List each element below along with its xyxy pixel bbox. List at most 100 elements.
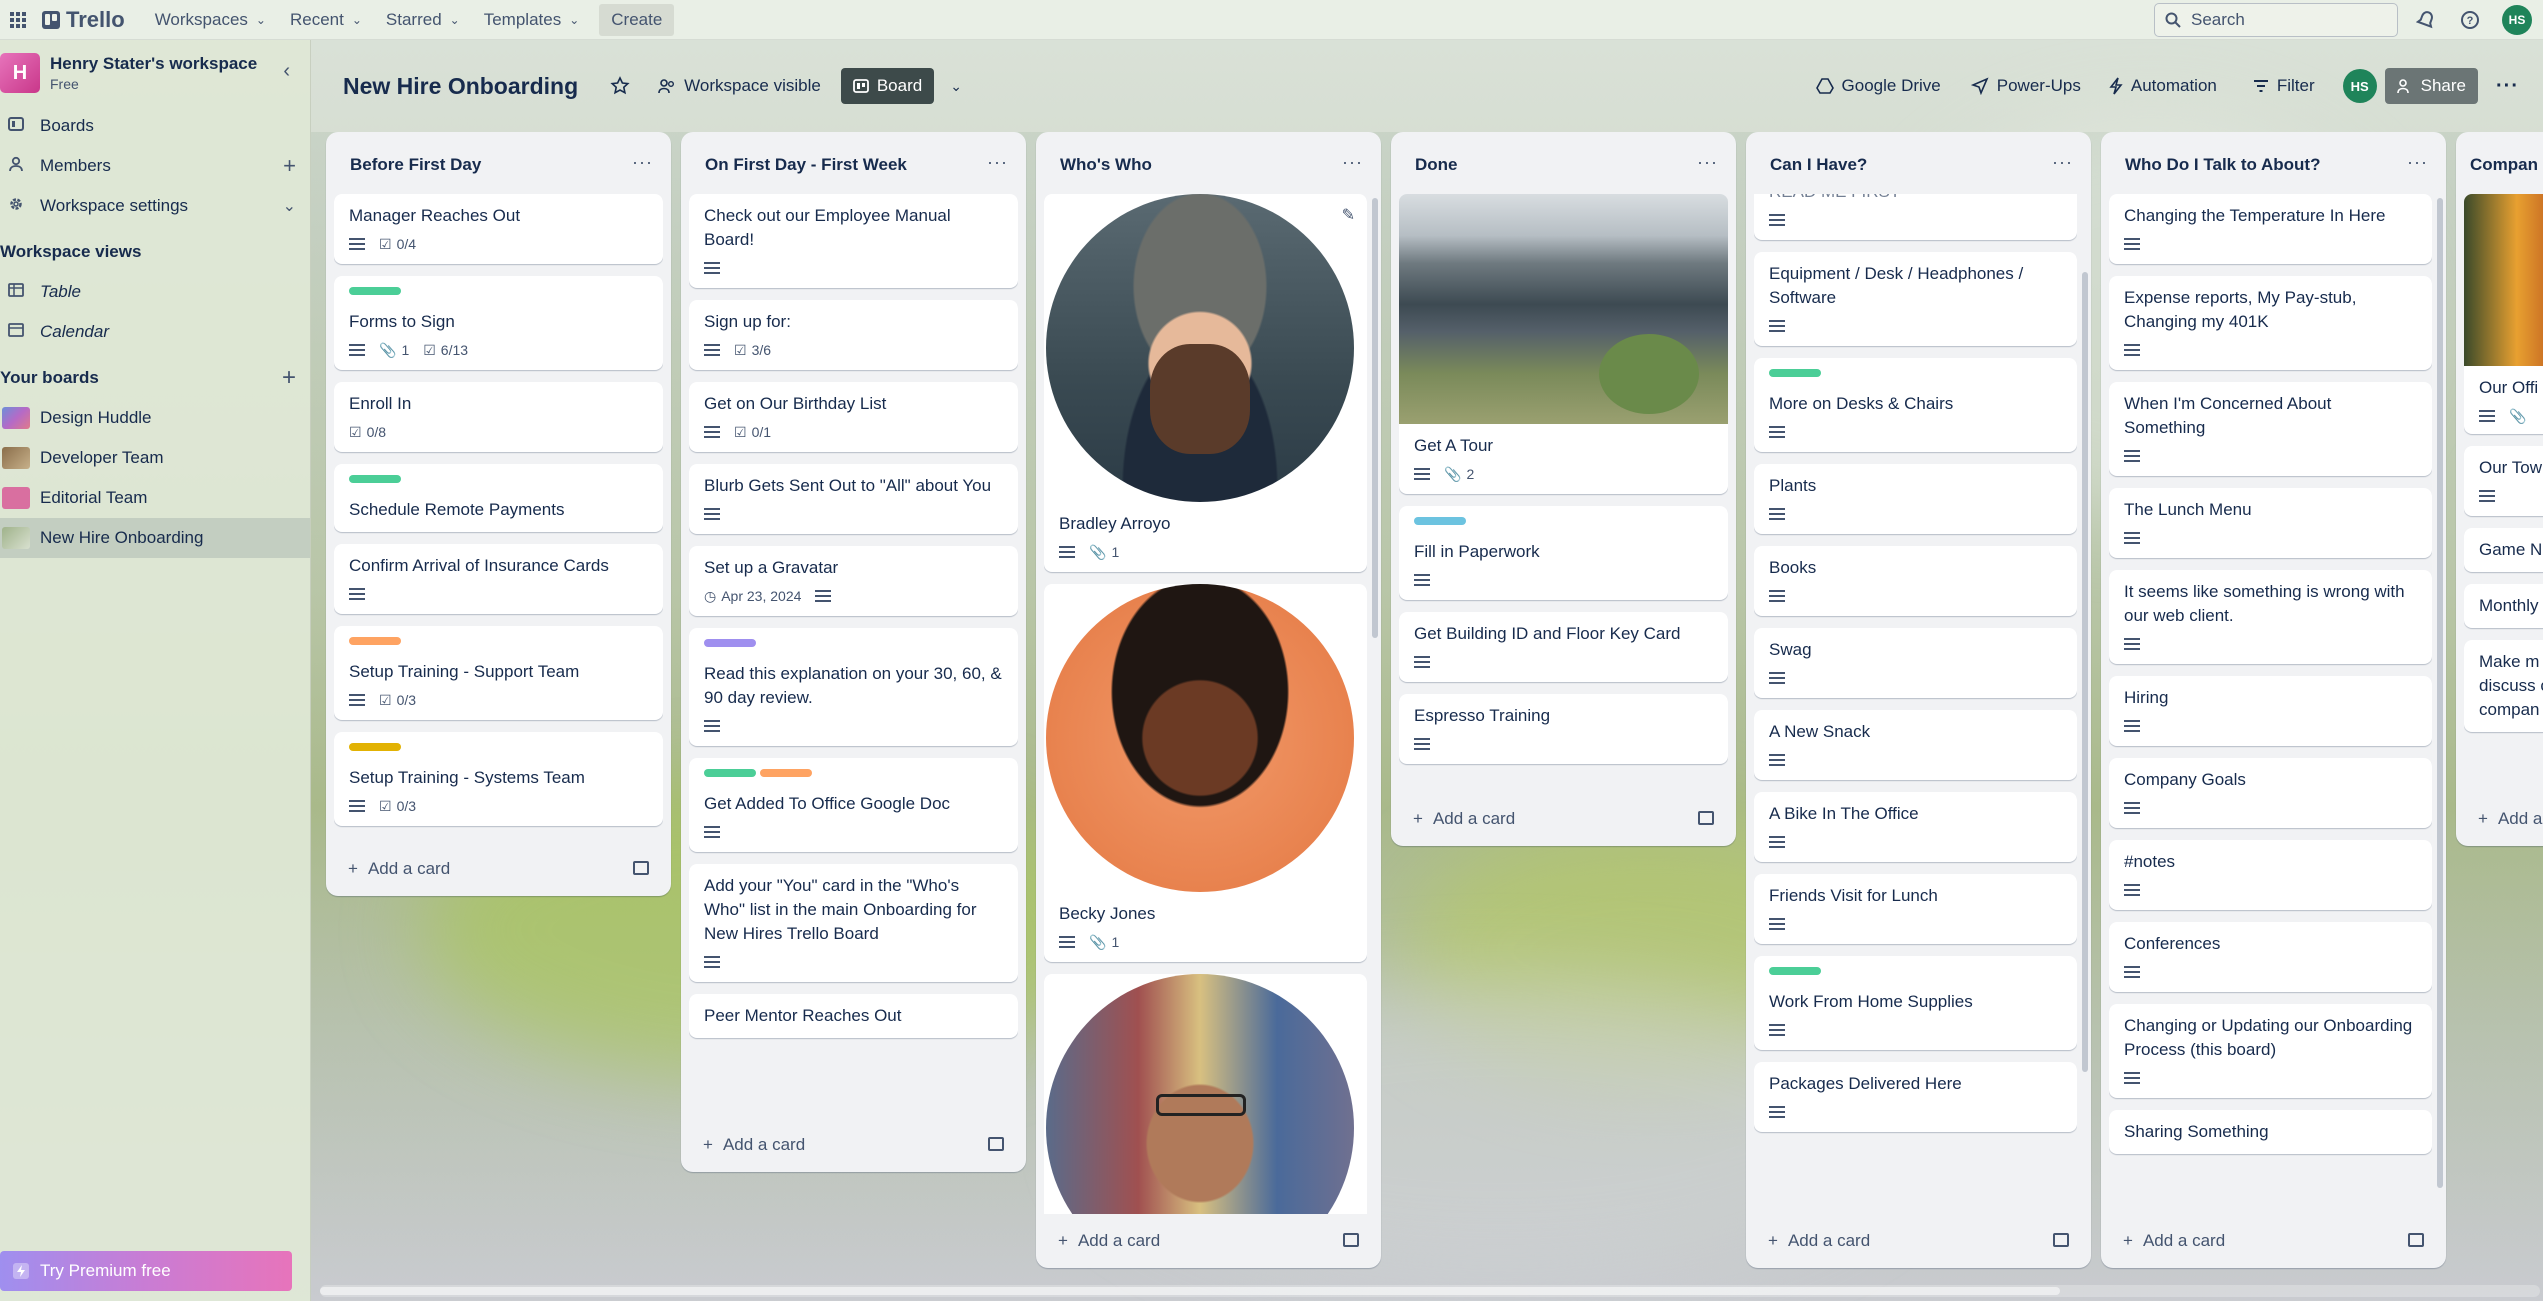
- chevron-down-icon[interactable]: ⌄: [938, 68, 974, 104]
- add-card-button[interactable]: + Add a card: [1044, 1222, 1373, 1260]
- collapse-sidebar-icon[interactable]: ‹: [283, 60, 290, 83]
- card[interactable]: When I'm Concerned About Something: [2109, 382, 2432, 476]
- list-scrollbar[interactable]: [1372, 198, 1378, 638]
- card[interactable]: Hiring: [2109, 676, 2432, 746]
- card[interactable]: Changing the Temperature In Here: [2109, 194, 2432, 264]
- card[interactable]: Get Building ID and Floor Key Card: [1399, 612, 1728, 682]
- card[interactable]: Peer Mentor Reaches Out: [689, 994, 1018, 1038]
- list-title[interactable]: Who Do I Talk to About?: [2125, 155, 2320, 175]
- card[interactable]: Conferences: [2109, 922, 2432, 992]
- add-card-button[interactable]: + Add a card: [689, 1126, 1018, 1164]
- more-options-icon[interactable]: ···: [2484, 68, 2531, 104]
- card[interactable]: Expense reports, My Pay-stub, Changing m…: [2109, 276, 2432, 370]
- card[interactable]: Changing or Updating our Onboarding Proc…: [2109, 1004, 2432, 1098]
- card[interactable]: A New Snack: [1754, 710, 2077, 780]
- card[interactable]: Books: [1754, 546, 2077, 616]
- card-template-icon[interactable]: [633, 861, 649, 875]
- sidebar-item-boards[interactable]: Boards: [0, 106, 310, 146]
- card[interactable]: Game N: [2464, 528, 2543, 572]
- card-label[interactable]: [349, 637, 401, 645]
- card[interactable]: Our Offi 📎: [2464, 194, 2543, 434]
- templates-menu[interactable]: Templates ⌄: [472, 4, 592, 36]
- card[interactable]: Fill in Paperwork: [1399, 506, 1728, 600]
- create-button[interactable]: Create: [599, 3, 675, 36]
- card-template-icon[interactable]: [1698, 811, 1714, 825]
- card[interactable]: Make m discuss c compan: [2464, 640, 2543, 732]
- list-scrollbar[interactable]: [2437, 198, 2443, 1188]
- list-menu-icon[interactable]: ···: [2052, 152, 2073, 173]
- board-horizontal-scrollbar[interactable]: [320, 1285, 2540, 1297]
- list-scrollbar[interactable]: [2082, 272, 2088, 1072]
- card[interactable]: #notes: [2109, 840, 2432, 910]
- card[interactable]: Swag: [1754, 628, 2077, 698]
- card[interactable]: Becky Jones 📎 1: [1044, 584, 1367, 962]
- list-header[interactable]: Can I Have? ···: [1746, 132, 2091, 198]
- add-card-button[interactable]: + Add a card: [1754, 1222, 2083, 1260]
- list-title[interactable]: Done: [1415, 155, 1458, 175]
- sidebar-board-editorial-team[interactable]: Editorial Team: [0, 478, 310, 518]
- card[interactable]: Confirm Arrival of Insurance Cards: [334, 544, 663, 614]
- board-member-avatar[interactable]: HS: [2342, 69, 2377, 103]
- card[interactable]: Espresso Training: [1399, 694, 1728, 764]
- card[interactable]: More on Desks & Chairs: [1754, 358, 2077, 452]
- card[interactable]: Get on Our Birthday List ☑ 0/1: [689, 382, 1018, 452]
- card-label[interactable]: [1769, 967, 1821, 975]
- card[interactable]: Sharing Something: [2109, 1110, 2432, 1154]
- list-menu-icon[interactable]: ···: [632, 152, 653, 173]
- card-template-icon[interactable]: [1343, 1233, 1359, 1247]
- workspace-logo[interactable]: H: [0, 53, 40, 93]
- card[interactable]: Sign up for: ☑ 3/6: [689, 300, 1018, 370]
- card[interactable]: Get Added To Office Google Doc: [689, 758, 1018, 852]
- card[interactable]: Blurb Gets Sent Out to "All" about You: [689, 464, 1018, 534]
- card-label[interactable]: [760, 769, 812, 777]
- card[interactable]: Company Goals: [2109, 758, 2432, 828]
- list-header[interactable]: Compan: [2456, 132, 2543, 198]
- trello-logo[interactable]: Trello: [42, 7, 125, 33]
- card[interactable]: Check out our Employee Manual Board!: [689, 194, 1018, 288]
- card[interactable]: Packages Delivered Here: [1754, 1062, 2077, 1132]
- power-ups-button[interactable]: Power-Ups: [1959, 68, 2093, 104]
- card[interactable]: Setup Training - Support Team ☑ 0/3: [334, 626, 663, 720]
- list-header[interactable]: Who's Who ···: [1036, 132, 1381, 198]
- list-header[interactable]: Who Do I Talk to About? ···: [2101, 132, 2446, 198]
- share-button[interactable]: Share: [2384, 68, 2479, 104]
- card[interactable]: Add your "You" card in the "Who's Who" l…: [689, 864, 1018, 982]
- card[interactable]: Our Tow: [2464, 446, 2543, 516]
- card[interactable]: Friends Visit for Lunch: [1754, 874, 2077, 944]
- sidebar-board-design-huddle[interactable]: Design Huddle: [0, 398, 310, 438]
- list-header[interactable]: Before First Day ···: [326, 132, 671, 198]
- recent-menu[interactable]: Recent ⌄: [278, 4, 374, 36]
- google-drive-button[interactable]: Google Drive: [1804, 68, 1953, 104]
- board-view-button[interactable]: Board: [840, 68, 935, 104]
- list-header[interactable]: On First Day - First Week ···: [681, 132, 1026, 198]
- scrollbar-thumb[interactable]: [320, 1287, 2060, 1295]
- workspaces-menu[interactable]: Workspaces ⌄: [143, 4, 278, 36]
- list-menu-icon[interactable]: ···: [987, 152, 1008, 173]
- chevron-down-icon[interactable]: ⌄: [283, 196, 296, 216]
- automation-button[interactable]: Automation: [2097, 68, 2229, 104]
- list-menu-icon[interactable]: ···: [2407, 152, 2428, 173]
- add-card-button[interactable]: + Add a card: [334, 850, 663, 888]
- sidebar-item-calendar[interactable]: Calendar: [0, 312, 310, 352]
- card[interactable]: Plants: [1754, 464, 2077, 534]
- sidebar-item-members[interactable]: Members +: [0, 146, 310, 186]
- card[interactable]: The Lunch Menu: [2109, 488, 2432, 558]
- user-avatar[interactable]: HS: [2502, 5, 2532, 35]
- list-title[interactable]: Compan: [2470, 155, 2538, 175]
- add-board-icon[interactable]: +: [282, 364, 296, 392]
- card[interactable]: Manager Reaches Out ☑ 0/4: [334, 194, 663, 264]
- due-date-badge[interactable]: ◷ Apr 23, 2024: [704, 584, 801, 608]
- sidebar-board-developer-team[interactable]: Developer Team: [0, 438, 310, 478]
- card[interactable]: Enroll In ☑ 0/8: [334, 382, 663, 452]
- card[interactable]: Schedule Remote Payments: [334, 464, 663, 532]
- card-label[interactable]: [349, 475, 401, 483]
- card-template-icon[interactable]: [988, 1137, 1004, 1151]
- card[interactable]: Bradley Arroyo 📎 1 ✎: [1044, 194, 1367, 572]
- card[interactable]: Read this explanation on your 30, 60, & …: [689, 628, 1018, 746]
- list-title[interactable]: Can I Have?: [1770, 155, 1867, 175]
- card[interactable]: [1044, 974, 1367, 1214]
- list-menu-icon[interactable]: ···: [1697, 152, 1718, 173]
- card-label[interactable]: [704, 769, 756, 777]
- app-switcher-icon[interactable]: [0, 0, 36, 40]
- card[interactable]: Equipment / Desk / Headphones / Software: [1754, 252, 2077, 346]
